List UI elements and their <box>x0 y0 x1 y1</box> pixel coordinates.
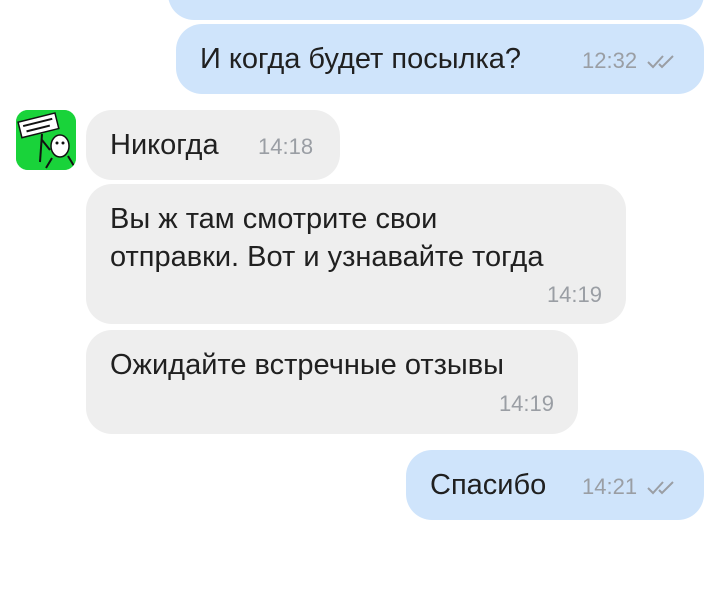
sender-avatar[interactable] <box>16 110 76 170</box>
message-time: 12:32 <box>582 48 638 73</box>
message-bubble-outgoing[interactable]: И когда будет посылка? 12:32 <box>176 24 704 94</box>
message-time: 14:19 <box>546 282 602 307</box>
message-time: 14:21 <box>582 474 638 499</box>
message-text-line-2: отправки. Вот и узнавайте тогда <box>110 241 544 273</box>
message-text: И когда будет посылка? <box>200 43 522 75</box>
message-bubble-incoming[interactable]: Никогда 14:18 <box>86 110 340 180</box>
message-text: Ожидайте встречные отзывы <box>110 349 505 381</box>
message-bubble-partial[interactable] <box>168 0 704 20</box>
double-check-icon <box>647 55 674 69</box>
message-meta: 12:32 <box>582 48 677 74</box>
chat-message-list[interactable]: И когда будет посылка? 12:32 Никогда 14:… <box>0 0 720 596</box>
message-time: 14:19 <box>498 391 554 416</box>
message-bubble-incoming[interactable]: Ожидайте встречные отзывы 14:19 <box>86 330 578 434</box>
message-text-line-1: Вы ж там смотрите свои <box>110 203 438 235</box>
message-meta: 14:21 <box>582 474 677 500</box>
avatar-sticker-icon <box>16 110 76 170</box>
message-text: Никогда <box>110 129 219 161</box>
double-check-icon <box>647 481 674 495</box>
message-bubble-outgoing[interactable]: Спасибо 14:21 <box>406 450 704 520</box>
message-bubble-incoming[interactable]: Вы ж там смотрите свои отправки. Вот и у… <box>86 184 626 324</box>
message-text: Спасибо <box>430 469 547 501</box>
message-time: 14:18 <box>258 134 314 159</box>
